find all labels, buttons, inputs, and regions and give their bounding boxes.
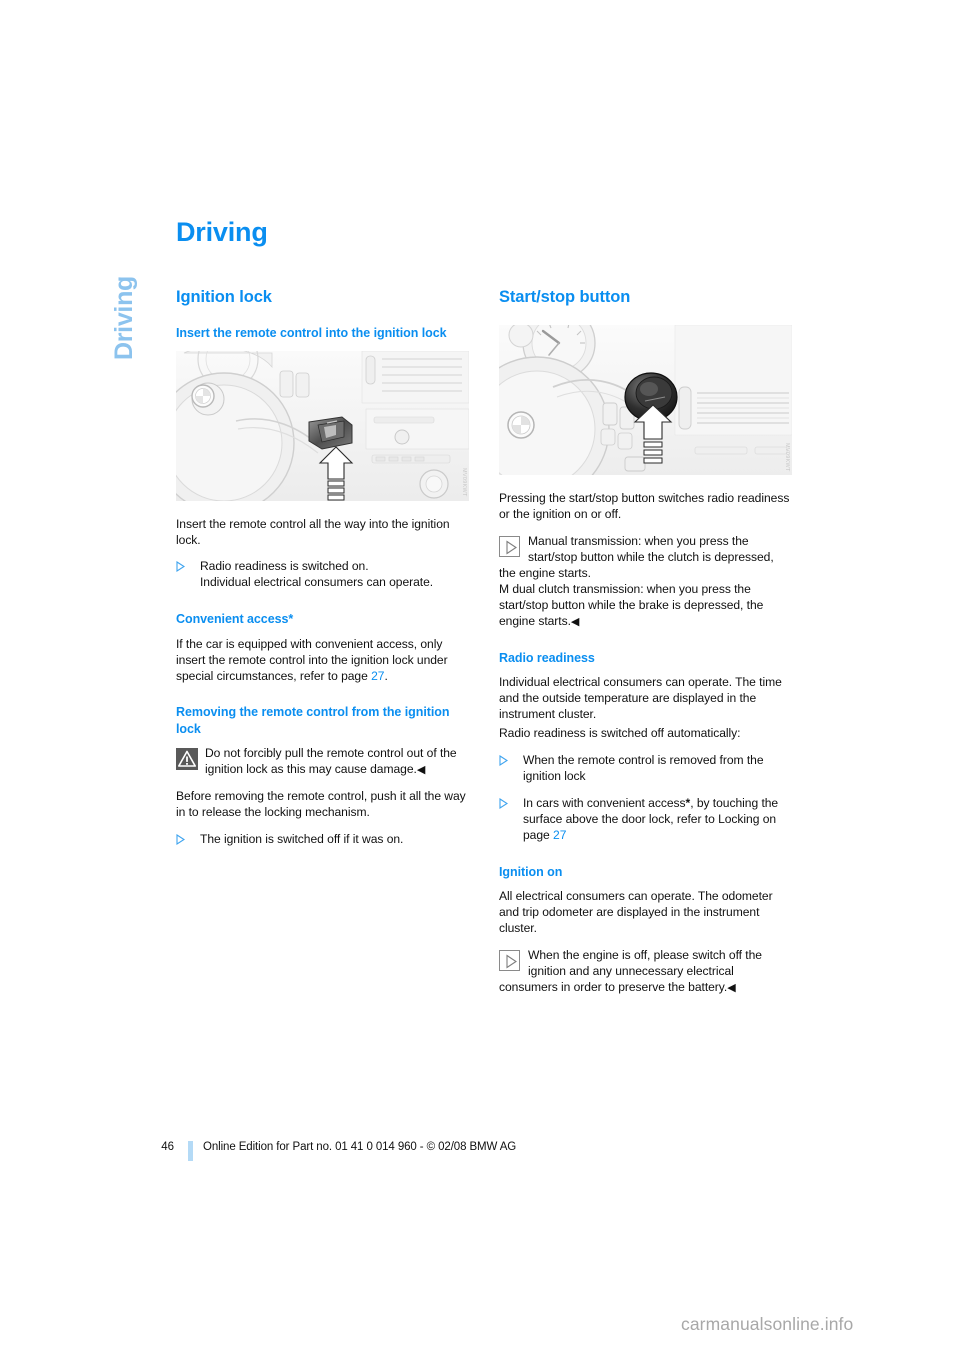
page-title: Driving — [176, 217, 268, 247]
subheading-insert-remote: Insert the remote control into the ignit… — [176, 326, 447, 341]
page-reference-link[interactable]: 27 — [553, 828, 566, 842]
note-end-mark: ◀ — [727, 981, 736, 994]
bullet-remote-removed: When the remote control is removed from … — [499, 753, 792, 785]
paragraph-insert-remote: Insert the remote control all the way in… — [176, 516, 450, 547]
triangle-bullet-icon — [499, 796, 523, 844]
left-column: Ignition lock Insert the remote control … — [176, 288, 469, 858]
page-content: Driving Ignition lock Insert the remote … — [176, 218, 792, 1007]
note-block-engine-off: When the engine is off, please switch of… — [499, 948, 792, 996]
edition-notice: Online Edition for Part no. 01 41 0 014 … — [203, 1141, 517, 1153]
figure-ignition-lock: MV09KWT — [176, 350, 469, 501]
note-block-transmission: Manual transmission: when you press the … — [499, 534, 792, 630]
warning-end-mark: ◀ — [416, 763, 426, 776]
paragraph-convenient-access: If the car is equipped with convenient a… — [176, 637, 469, 685]
bullet-radio-readiness-on: Radio readiness is switched on. Individu… — [176, 559, 469, 591]
subheading-removing-remote: Removing the remote control from the ign… — [176, 705, 450, 736]
warning-block-remote-removal: Do not forcibly pull the remote control … — [176, 746, 469, 778]
chapter-tab-driving: Driving — [110, 275, 138, 360]
bullet-ignition-switched-off: The ignition is switched off if it was o… — [176, 832, 469, 848]
figure-start-stop-button-code: MV09KWT — [784, 442, 790, 472]
bullet-text: The ignition is switched off if it was o… — [200, 831, 404, 846]
two-column-layout: Ignition lock Insert the remote control … — [176, 288, 792, 1006]
bullet-line-1: Radio readiness is switched on. — [200, 559, 369, 574]
bullet-text-part-1: In cars with convenient access — [523, 795, 686, 810]
paragraph-radio-off-automatically: Radio readiness is switched off automati… — [499, 726, 741, 741]
paragraph-radio-readiness: Individual electrical consumers can oper… — [499, 675, 782, 722]
note-text-dual-clutch: M dual clutch transmission: when you pre… — [499, 582, 764, 628]
subheading-ignition-on: Ignition on — [499, 864, 563, 879]
section-heading-ignition-lock: Ignition lock — [176, 288, 272, 307]
figure-start-stop-button: MV09KWT — [499, 325, 792, 476]
triangle-bullet-icon — [176, 559, 200, 591]
paragraph-convenient-access-text: If the car is equipped with convenient a… — [176, 636, 448, 683]
note-triangle-icon — [499, 949, 521, 972]
bullet-text: When the remote control is removed from … — [523, 753, 764, 783]
figure-start-stop-button-illustration — [499, 325, 792, 476]
footer-rule — [188, 1141, 193, 1161]
page-footer: 46 Online Edition for Part no. 01 41 0 0… — [150, 1141, 850, 1161]
bullet-line-2: Individual electrical consumers can oper… — [200, 575, 434, 590]
watermark: carmanualsonline.info — [681, 1314, 854, 1334]
triangle-bullet-icon — [499, 753, 523, 785]
subheading-radio-readiness: Radio readiness — [499, 650, 595, 665]
subheading-convenient-access: Convenient access* — [176, 612, 294, 627]
section-heading-start-stop-button: Start/stop button — [499, 288, 631, 307]
figure-ignition-lock-illustration — [176, 350, 469, 501]
paragraph-pressing-start-stop: Pressing the start/stop button switches … — [499, 491, 790, 522]
bullet-convenient-access-touch: In cars with convenient access*, by touc… — [499, 796, 792, 844]
note-text-preserve-battery: When the engine is off, please switch of… — [499, 947, 762, 994]
page-reference-link[interactable]: 27 — [371, 669, 384, 683]
note-end-mark: ◀ — [570, 615, 580, 628]
manual-page: Driving Driving Ignition lock Insert the… — [0, 0, 960, 1358]
warning-triangle-icon — [176, 747, 198, 770]
right-column: Start/stop button MV09KWT Pressing the s… — [499, 288, 792, 1006]
paragraph-before-removing: Before removing the remote control, push… — [176, 788, 466, 819]
note-triangle-icon — [499, 536, 521, 558]
note-text-manual-transmission: Manual transmission: when you press the … — [499, 534, 774, 581]
paragraph-convenient-access-period: . — [384, 668, 388, 683]
paragraph-ignition-on: All electrical consumers can operate. Th… — [499, 889, 773, 935]
triangle-bullet-icon — [176, 832, 200, 848]
page-number: 46 — [161, 1141, 174, 1153]
figure-ignition-lock-code: MV09KWT — [461, 467, 467, 497]
